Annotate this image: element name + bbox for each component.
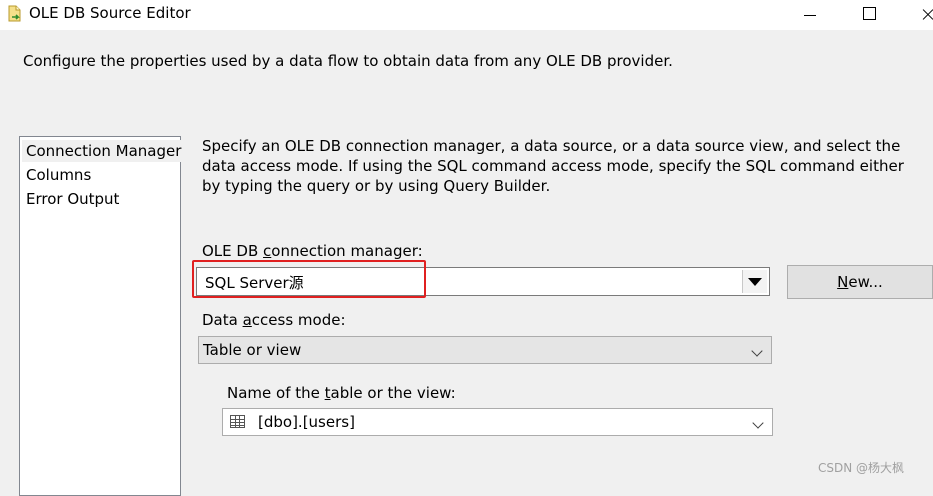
window-title: OLE DB Source Editor [29, 4, 191, 22]
access-mode-value: Table or view [203, 341, 302, 359]
table-icon [230, 415, 245, 428]
nav-item-connection-manager[interactable]: Connection Manager [22, 140, 186, 162]
table-name-select[interactable]: [dbo].[users] [222, 408, 773, 436]
minimize-button[interactable] [792, 0, 838, 30]
chevron-down-icon [751, 345, 763, 357]
chevron-down-icon [752, 417, 764, 429]
annotation-highlight-box [192, 260, 426, 298]
main-description: Specify an OLE DB connection manager, a … [202, 137, 904, 195]
connection-manager-label: OLE DB connection manager: [202, 242, 423, 260]
header-description: Configure the properties used by a data … [23, 52, 673, 70]
close-button[interactable] [900, 0, 933, 30]
access-mode-label: Data access mode: [202, 311, 346, 329]
package-icon [8, 5, 21, 22]
watermark: CSDN @杨大枫 [818, 461, 905, 475]
maximize-button[interactable] [846, 0, 892, 30]
nav-item-columns[interactable]: Columns [22, 164, 95, 186]
table-name-label: Name of the table or the view: [227, 384, 456, 402]
nav-item-error-output[interactable]: Error Output [22, 188, 123, 210]
page-nav-list[interactable]: Connection Manager Columns Error Output [19, 136, 186, 496]
title-bar: OLE DB Source Editor [0, 0, 933, 30]
new-connection-button[interactable]: New... [787, 265, 933, 299]
table-name-value: [dbo].[users] [258, 413, 355, 431]
dropdown-arrow-icon[interactable] [742, 270, 767, 293]
access-mode-select[interactable]: Table or view [198, 336, 772, 364]
